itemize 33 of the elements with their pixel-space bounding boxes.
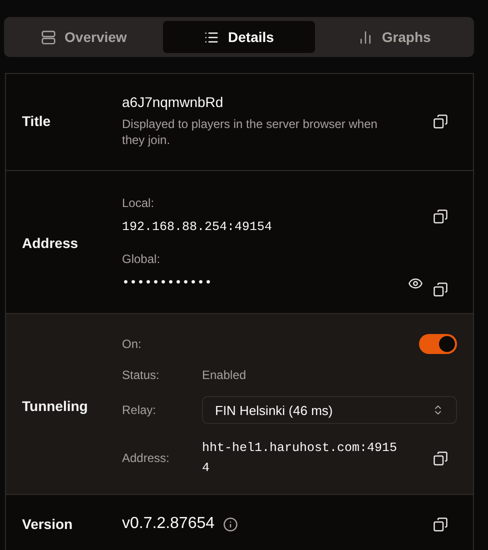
tunnel-address: hht-hel1.haruhost.com:49154 (202, 440, 398, 477)
list-icon (204, 30, 220, 44)
title-description: Displayed to players in the server browser when they join. (122, 116, 378, 148)
tab[interactable]: Overview (8, 21, 160, 53)
copy-icon[interactable] (433, 114, 448, 128)
copy-icon[interactable] (433, 450, 448, 466)
status-label: Status: (122, 368, 160, 382)
local-label: Local: (122, 196, 156, 210)
version-value: v0.7.2.87654 (122, 515, 215, 533)
tab[interactable]: Graphs (318, 21, 470, 53)
relay-select[interactable]: FIN Helsinki (46 ms) (202, 396, 457, 424)
bar-chart-icon (358, 30, 373, 44)
row-label: Tunneling (21, 398, 89, 414)
global-label: Global: (122, 252, 162, 266)
eye-icon[interactable] (408, 276, 423, 290)
chevron-icon (432, 404, 444, 416)
tunneling-switch[interactable] (419, 334, 457, 354)
global-address: •••••••••••• (122, 276, 212, 290)
relay-label: Relay: (122, 403, 158, 417)
tab[interactable]: Details (163, 21, 315, 53)
on-label: On: (122, 337, 142, 351)
copy-icon[interactable] (433, 282, 448, 297)
local-address: 192.168.88.254:49154 (122, 220, 272, 234)
row-label: Title (21, 113, 52, 129)
server-icon (40, 30, 56, 44)
status-value: Enabled (202, 368, 248, 382)
address-label: Address: (122, 451, 170, 465)
info-icon[interactable] (222, 516, 238, 532)
row-label: Version (21, 516, 74, 532)
copy-icon[interactable] (433, 516, 448, 532)
copy-icon[interactable] (433, 209, 448, 224)
row-label: Address (21, 235, 80, 251)
title-value: a6J7nqmwnbRd (122, 94, 224, 110)
